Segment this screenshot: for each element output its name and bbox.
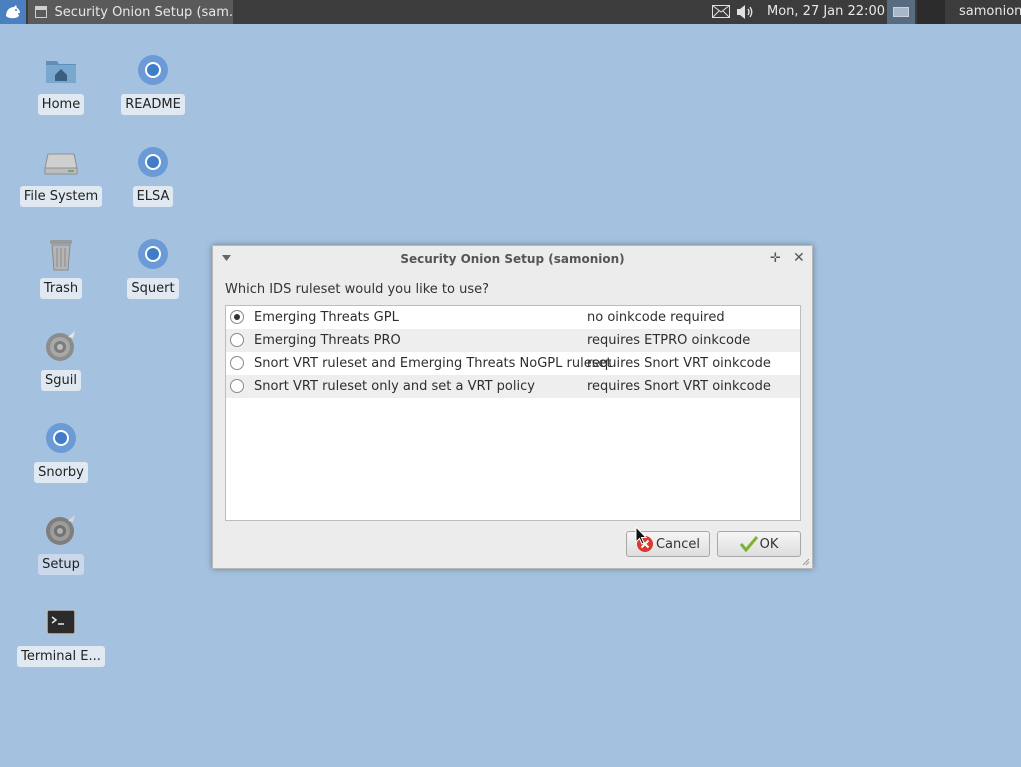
ok-button[interactable]: OK bbox=[717, 531, 801, 557]
maximize-icon[interactable]: ✛ bbox=[770, 251, 781, 266]
window-icon bbox=[35, 6, 47, 18]
volume-icon[interactable] bbox=[735, 3, 755, 21]
desktop-icon-file-system[interactable]: File System bbox=[16, 144, 106, 207]
desktop-icon-label: File System bbox=[19, 186, 103, 207]
radio-button[interactable] bbox=[230, 333, 244, 347]
ruleset-option[interactable]: Snort VRT ruleset and Emerging Threats N… bbox=[226, 352, 800, 375]
workspace-2-button[interactable] bbox=[917, 0, 945, 24]
home-folder-icon bbox=[46, 61, 76, 83]
radio-button[interactable] bbox=[230, 379, 244, 393]
ruleset-option[interactable]: Emerging Threats PRO requires ETPRO oink… bbox=[226, 329, 800, 352]
ruleset-note: requires ETPRO oinkcode bbox=[587, 333, 751, 348]
desktop-icon-label: Squert bbox=[127, 278, 179, 299]
workspace-1-button[interactable] bbox=[887, 0, 915, 24]
terminal-icon bbox=[46, 609, 76, 635]
ruleset-option[interactable]: Snort VRT ruleset only and set a VRT pol… bbox=[226, 375, 800, 398]
resize-grip-icon[interactable] bbox=[802, 558, 810, 566]
desktop-icon-snorby[interactable]: Snorby bbox=[16, 420, 106, 483]
ruleset-note: requires Snort VRT oinkcode bbox=[587, 379, 771, 394]
ruleset-name: Emerging Threats GPL bbox=[254, 310, 399, 325]
xfce-mouse-icon bbox=[6, 5, 20, 19]
dialog-title: Security Onion Setup (samonion) bbox=[400, 252, 625, 266]
desktop-icon-trash[interactable]: Trash bbox=[16, 236, 106, 299]
onion-icon bbox=[46, 515, 75, 545]
drive-icon bbox=[44, 153, 78, 175]
taskbar-window-title: Security Onion Setup (sam... bbox=[54, 4, 233, 20]
desktop-icon-readme[interactable]: README bbox=[108, 52, 198, 115]
mouse-cursor-icon bbox=[635, 526, 647, 545]
dialog-titlebar[interactable]: Security Onion Setup (samonion) ✛ ✕ bbox=[213, 246, 812, 272]
desktop-icon-label: Setup bbox=[38, 554, 84, 575]
desktop-icon-squert[interactable]: Squert bbox=[108, 236, 198, 299]
user-menu[interactable]: samonion bbox=[959, 0, 1021, 24]
desktop-icon-label: Snorby bbox=[34, 462, 88, 483]
desktop-icon-sguil[interactable]: Sguil bbox=[16, 328, 106, 391]
onion-icon bbox=[46, 331, 75, 361]
desktop-icon-home[interactable]: Home bbox=[16, 52, 106, 115]
desktop-icon-label: ELSA bbox=[132, 186, 174, 207]
desktop-icon-label: Trash bbox=[39, 278, 83, 299]
mail-icon[interactable] bbox=[712, 5, 730, 18]
desktop-icon-label: README bbox=[121, 94, 185, 115]
top-panel: Security Onion Setup (sam... Mon, 27 Jan… bbox=[0, 0, 1021, 24]
ruleset-dialog: Security Onion Setup (samonion) ✛ ✕ Whic… bbox=[212, 245, 813, 569]
close-icon[interactable]: ✕ bbox=[793, 250, 805, 266]
chromium-icon bbox=[138, 147, 168, 177]
radio-button[interactable] bbox=[230, 310, 244, 324]
ruleset-note: no oinkcode required bbox=[587, 310, 725, 325]
ruleset-note: requires Snort VRT oinkcode bbox=[587, 356, 771, 371]
desktop-icon-label: Sguil bbox=[41, 370, 81, 391]
desktop-icon-label: Home bbox=[37, 94, 85, 115]
checkmark-icon bbox=[739, 536, 758, 552]
desktop-icon-elsa[interactable]: ELSA bbox=[108, 144, 198, 207]
clock[interactable]: Mon, 27 Jan 22:00 bbox=[767, 0, 885, 24]
trash-icon bbox=[50, 240, 72, 271]
ruleset-option[interactable]: Emerging Threats GPL no oinkcode require… bbox=[226, 306, 800, 329]
desktop-icon-terminal[interactable]: Terminal E... bbox=[16, 604, 106, 667]
ruleset-name: Emerging Threats PRO bbox=[254, 333, 401, 348]
cancel-label: Cancel bbox=[655, 536, 701, 552]
chromium-icon bbox=[138, 239, 168, 269]
desktop-icon-setup[interactable]: Setup bbox=[16, 512, 106, 575]
chromium-icon bbox=[138, 55, 168, 85]
applications-menu-button[interactable] bbox=[0, 0, 26, 24]
dialog-question: Which IDS ruleset would you like to use? bbox=[225, 282, 489, 297]
desktop-icon-label: Terminal E... bbox=[17, 646, 105, 667]
taskbar-window-button[interactable]: Security Onion Setup (sam... bbox=[28, 0, 233, 24]
ruleset-name: Snort VRT ruleset and Emerging Threats N… bbox=[254, 356, 612, 371]
ok-label: OK bbox=[759, 536, 779, 552]
chromium-icon bbox=[46, 423, 76, 453]
radio-button[interactable] bbox=[230, 356, 244, 370]
ruleset-list: Emerging Threats GPL no oinkcode require… bbox=[225, 305, 801, 521]
ruleset-name: Snort VRT ruleset only and set a VRT pol… bbox=[254, 379, 535, 394]
